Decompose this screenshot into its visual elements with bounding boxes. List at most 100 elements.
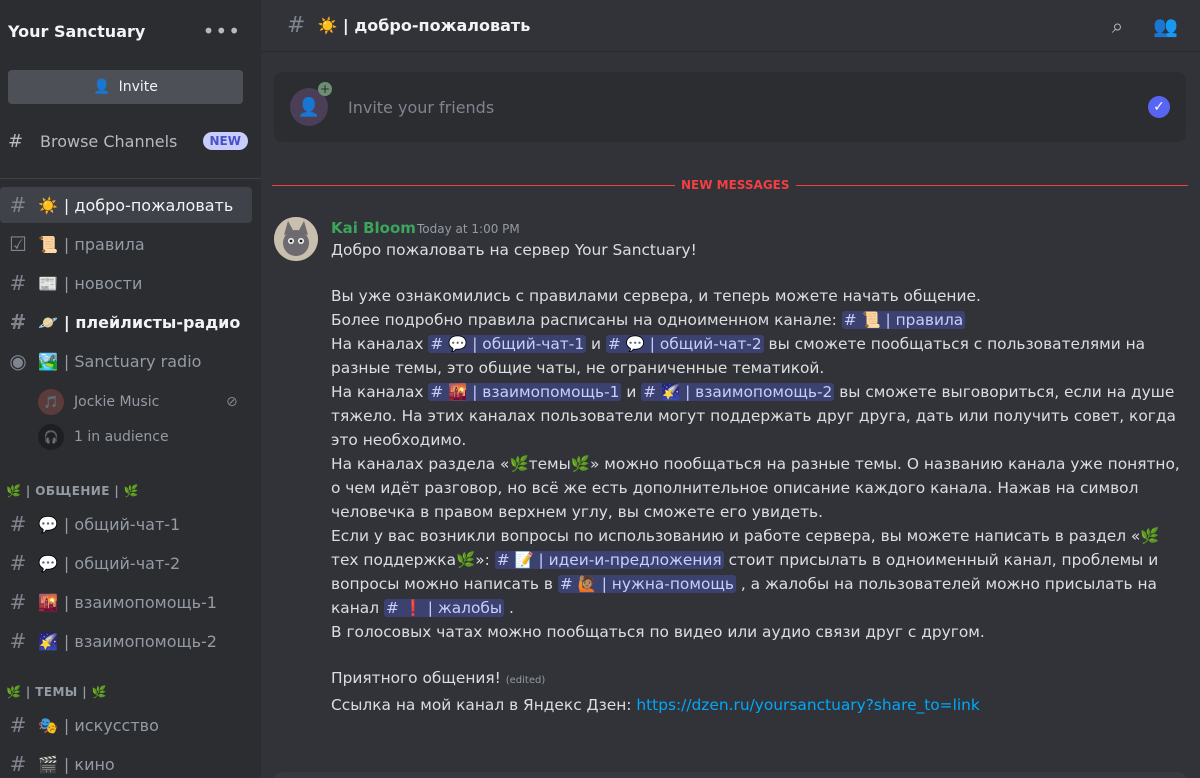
channel-label: | взаимопомощь-2 [63, 631, 217, 651]
channel-label: | правила [63, 234, 145, 254]
text: Ссылка на мой канал в Яндекс Дзен: [331, 696, 637, 714]
invite-friends-icon: 👤 + [290, 82, 332, 126]
channel-mention-general-2[interactable]: # 💬 | общий-чат-2 [605, 335, 764, 353]
channel-art[interactable]: # 🎭 | искусство [0, 707, 252, 743]
channel-welcome[interactable]: # ☀️ | добро-пожаловать [0, 187, 252, 223]
channel-cinema[interactable]: # 🎬 | кино [0, 746, 252, 778]
channel-label: | общий-чат-1 [63, 514, 181, 534]
channel-general-1[interactable]: # 💬 | общий-чат-1 [0, 506, 252, 542]
channel-label: | плейлисты-радио [63, 312, 241, 332]
text: . [504, 599, 514, 617]
audience-count[interactable]: 🎧 1 in audience [38, 423, 169, 451]
channel-header: # ☀️ | добро-пожаловать ⌕ 👥 [261, 0, 1200, 52]
message-timestamp: Today at 1:00 PM [417, 222, 520, 236]
browse-channels-button[interactable]: # Browse Channels NEW [8, 122, 248, 160]
channel-news[interactable]: # 📰 | новости [0, 265, 252, 301]
channel-mention-help-2[interactable]: # 🌠 | взаимопомощь-2 [641, 383, 835, 401]
rules-channel-icon: ☑ [9, 232, 27, 256]
message-author[interactable]: Kai Bloom [331, 219, 416, 237]
message-line: Вы уже ознакомились с правилами сервера,… [331, 287, 981, 305]
theater-emoji-icon: 🎭 [38, 715, 58, 735]
channel-general-2[interactable]: # 💬 | общий-чат-2 [0, 545, 252, 581]
server-header[interactable]: Your Sanctuary ••• [0, 0, 261, 62]
voice-user-jockie[interactable]: 🎵 Jockie Music ⊘ [38, 388, 238, 416]
scroll-emoji-icon: 📜 [38, 234, 58, 254]
text: На каналах [331, 335, 429, 353]
checkmark-icon: ✓ [1148, 96, 1170, 118]
message-line: В голосовых чатах можно пообщаться по ви… [331, 623, 985, 641]
channel-mention-general-1[interactable]: # 💬 | общий-чат-1 [428, 335, 587, 353]
channel-label: | взаимопомощь-1 [63, 592, 217, 612]
message-line: Ссылка на мой канал в Яндекс Дзен: https… [331, 693, 1181, 717]
category-topics[interactable]: 🌿 | ТЕМЫ | 🌿 [6, 685, 107, 699]
message-line: Более подробно правила расписаны на одно… [331, 308, 1181, 332]
new-messages-label: NEW MESSAGES [675, 178, 796, 192]
message-line: На каналах # 💬 | общий-чат-1 и # 💬 | общ… [331, 332, 1181, 380]
stage-channel-icon: ◉ [9, 349, 27, 373]
avatar[interactable] [274, 217, 318, 261]
channel-mention-help-1[interactable]: # 🌇 | взаимопомощь-1 [428, 383, 622, 401]
text: и [621, 383, 642, 401]
message-line: Приятного общения! (edited) [331, 666, 1181, 693]
divider [0, 178, 261, 179]
text-channel-icon: # [9, 590, 27, 614]
member-list-icon[interactable]: 👥 [1153, 14, 1178, 38]
channel-sidebar: Your Sanctuary ••• 👤 Invite # Browse Cha… [0, 0, 261, 778]
landscape-emoji-icon: 🏞️ [38, 351, 58, 371]
text-channel-icon: # [9, 271, 27, 295]
voice-user-name: Jockie Music [74, 394, 160, 410]
text-channel-icon: # [9, 512, 27, 536]
channel-label: | кино [63, 754, 115, 774]
more-dots-icon[interactable]: ••• [203, 19, 241, 43]
invite-button[interactable]: 👤 Invite [8, 70, 243, 104]
channel-mutual-help-1[interactable]: # 🌇 | взаимопомощь-1 [0, 584, 252, 620]
channel-rules[interactable]: ☑ 📜 | правила [0, 226, 252, 262]
newspaper-emoji-icon: 📰 [38, 273, 58, 293]
edited-tag: (edited) [505, 675, 546, 686]
server-name: Your Sanctuary [8, 21, 146, 41]
channel-mutual-help-2[interactable]: # 🌠 | взаимопомощь-2 [0, 623, 252, 659]
channel-label: | добро-пожаловать [63, 195, 234, 215]
planet-emoji-icon: 🪐 [38, 312, 58, 332]
text: На каналах [331, 383, 429, 401]
text: Более подробно правила расписаны на одно… [331, 311, 842, 329]
channel-playlists[interactable]: # 🪐 | плейлисты-радио [0, 304, 252, 340]
channel-label: | новости [63, 273, 143, 293]
channel-mention-need-help[interactable]: # 🙋🏽 | нужна-помощь [557, 575, 736, 593]
channel-label: | общий-чат-2 [63, 553, 181, 573]
invite-friends-label: Invite your friends [348, 97, 495, 117]
text: Приятного общения! [331, 669, 501, 687]
channel-sanctuary-radio[interactable]: ◉ 🏞️ | Sanctuary radio [0, 343, 252, 379]
speech-emoji-icon: 💬 [38, 514, 58, 534]
invite-friends-card[interactable]: 👤 + Invite your friends ✓ [274, 72, 1186, 142]
speech-emoji-icon: 💬 [38, 553, 58, 573]
message-content: Добро пожаловать на сервер Your Sanctuar… [331, 238, 1181, 717]
clapper-emoji-icon: 🎬 [38, 754, 58, 774]
channel-mention-complaints[interactable]: # ❗ | жалобы [383, 599, 505, 617]
message-line: На каналах # 🌇 | взаимопомощь-1 и # 🌠 | … [331, 380, 1181, 452]
external-link[interactable]: https://dzen.ru/yoursanctuary?share_to=l… [636, 696, 979, 714]
message-composer[interactable] [274, 772, 1186, 778]
search-icon[interactable]: ⌕ [1112, 14, 1123, 38]
text-channel-icon: # [9, 193, 27, 217]
text-channel-icon: # [9, 551, 27, 575]
sunset-emoji-icon: 🌇 [38, 592, 58, 612]
text-channel-icon: # [287, 13, 306, 38]
text-channel-icon: # [9, 752, 27, 776]
channel-label: | искусство [63, 715, 159, 735]
category-communication[interactable]: 🌿 | ОБЩЕНИЕ | 🌿 [6, 484, 139, 498]
sun-emoji-icon: ☀️ [38, 195, 58, 215]
invite-label: Invite [118, 79, 158, 95]
add-user-icon: 👤 [93, 79, 111, 95]
headphones-icon: 🎧 [38, 424, 64, 450]
text: и [586, 335, 606, 353]
new-badge: NEW [202, 132, 248, 150]
audience-label: 1 in audience [74, 429, 169, 445]
text-channel-icon: # [9, 310, 27, 334]
channel-title: ☀️ | добро-пожаловать [317, 16, 531, 35]
channel-mention-rules[interactable]: # 📜 | правила [841, 311, 966, 329]
message-line: Если у вас возникли вопросы по использов… [331, 524, 1181, 620]
message-line: На каналах раздела «🌿темы🌿» можно пообща… [331, 455, 1180, 521]
avatar: 🎵 [38, 389, 64, 415]
channel-mention-ideas[interactable]: # 📝 | идеи-и-предложения [494, 551, 724, 569]
